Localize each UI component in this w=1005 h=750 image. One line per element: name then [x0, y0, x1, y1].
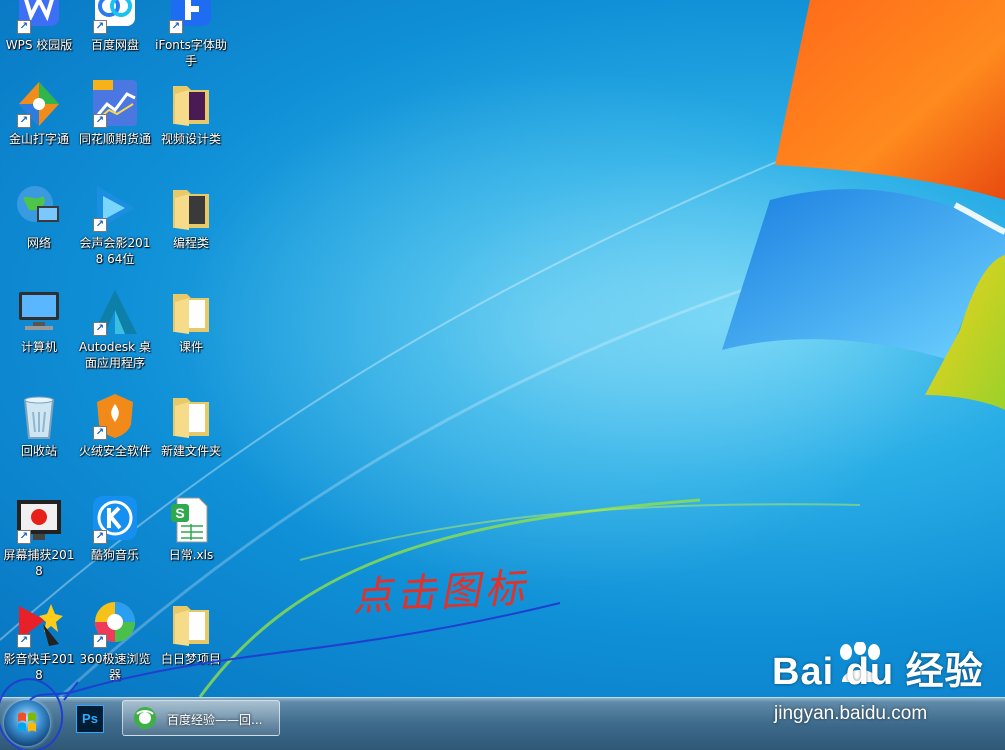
icon-label: 同花顺期货通 — [78, 132, 151, 146]
desktop-icon-richang-xls[interactable]: S 日常.xls — [152, 496, 230, 563]
icon-label: WPS 校园版 — [5, 38, 73, 52]
icon-label: 酷狗音乐 — [90, 548, 139, 562]
shortcut-arrow-icon: ↗ — [93, 322, 107, 336]
desktop-icon-courseware[interactable]: 课件 — [152, 288, 230, 355]
watermark-logo: Bai du 经验 — [772, 651, 984, 693]
desktop-icon-huorong[interactable]: ↗ 火绒安全软件 — [76, 392, 154, 459]
desktop-icon-screen-capture[interactable]: ↗ 屏幕捕获2018 — [0, 496, 78, 579]
icon-label: iFonts字体助手 — [155, 38, 227, 68]
annotation-text: 点击图标 — [351, 565, 530, 621]
desktop-icon-video-design[interactable]: 视频设计类 — [152, 80, 230, 147]
shortcut-arrow-icon: ↗ — [93, 634, 107, 648]
shortcut-arrow-icon: ↗ — [17, 530, 31, 544]
baidu-jingyan-watermark: Bai du 经验 jingyan.baidu.com — [772, 640, 1002, 730]
desktop-icon-bairimeng[interactable]: 白日梦项目 — [152, 600, 230, 667]
shortcut-arrow-icon: ↗ — [93, 426, 107, 440]
icon-label: 网络 — [26, 236, 51, 250]
desktop-icon-kugou[interactable]: ↗ 酷狗音乐 — [76, 496, 154, 563]
shortcut-arrow-icon: ↗ — [93, 530, 107, 544]
desktop-icon-recycle-bin[interactable]: 回收站 — [0, 392, 78, 459]
icon-label: 360极速浏览器 — [79, 652, 151, 682]
desktop-icon-new-folder[interactable]: 新建文件夹 — [152, 392, 230, 459]
icon-label: 百度网盘 — [90, 38, 139, 52]
taskbar-button-browser[interactable]: 百度经验——回... — [122, 700, 280, 736]
browser-360-icon — [134, 707, 156, 729]
windows-orb-icon[interactable] — [4, 700, 50, 746]
desktop-icon-browser360[interactable]: ↗ 360极速浏览器 — [76, 600, 154, 683]
icon-label: 日常.xls — [168, 548, 214, 562]
desktop-icon-yingyin[interactable]: ↗ 影音快手2018 — [0, 600, 78, 683]
shortcut-arrow-icon: ↗ — [17, 20, 31, 34]
desktop-icon-wps[interactable]: ↗ WPS 校园版 — [0, 0, 78, 53]
icon-label: Autodesk 桌面应用程序 — [79, 340, 151, 370]
icon-label: 课件 — [178, 340, 203, 354]
watermark-url: jingyan.baidu.com — [774, 703, 928, 724]
icon-label: 金山打字通 — [8, 132, 69, 146]
desktop-icon-huisheng[interactable]: ↗ 会声会影2018 64位 — [76, 184, 154, 267]
shortcut-arrow-icon: ↗ — [93, 218, 107, 232]
desktop-icon-network[interactable]: 网络 — [0, 184, 78, 251]
desktop-icon-tonghuashun[interactable]: ↗ 同花顺期货通 — [76, 80, 154, 147]
icon-label: 屏幕捕获2018 — [3, 548, 75, 578]
icon-label: 编程类 — [172, 236, 209, 250]
icon-label: 火绒安全软件 — [78, 444, 151, 458]
desktop-icon-ifonts[interactable]: ↗ iFonts字体助手 — [152, 0, 230, 69]
shortcut-arrow-icon: ↗ — [17, 634, 31, 648]
icon-label: 计算机 — [20, 340, 57, 354]
shortcut-arrow-icon: ↗ — [17, 114, 31, 128]
icon-label: 新建文件夹 — [160, 444, 221, 458]
svg-text:S: S — [175, 505, 184, 521]
shortcut-arrow-icon: ↗ — [93, 114, 107, 128]
desktop-icon-computer[interactable]: 计算机 — [0, 288, 78, 355]
icon-label: 影音快手2018 — [3, 652, 75, 682]
desktop-icon-jinshan[interactable]: ↗ 金山打字通 — [0, 80, 78, 147]
desktop-icon-programming[interactable]: 编程类 — [152, 184, 230, 251]
icon-label: 会声会影2018 64位 — [79, 236, 151, 266]
shortcut-arrow-icon: ↗ — [169, 20, 183, 34]
shortcut-arrow-icon: ↗ — [93, 20, 107, 34]
desktop-icon-autodesk[interactable]: ↗ Autodesk 桌面应用程序 — [76, 288, 154, 371]
taskbar-button-label: 百度经验——回... — [167, 713, 263, 727]
desktop-icon-baidu-netdisk[interactable]: ↗ 百度网盘 — [76, 0, 154, 53]
icon-label: 视频设计类 — [160, 132, 221, 146]
photoshop-icon[interactable]: Ps — [76, 705, 104, 733]
icon-label: 白日梦项目 — [160, 652, 221, 666]
icon-label: 回收站 — [20, 444, 57, 458]
